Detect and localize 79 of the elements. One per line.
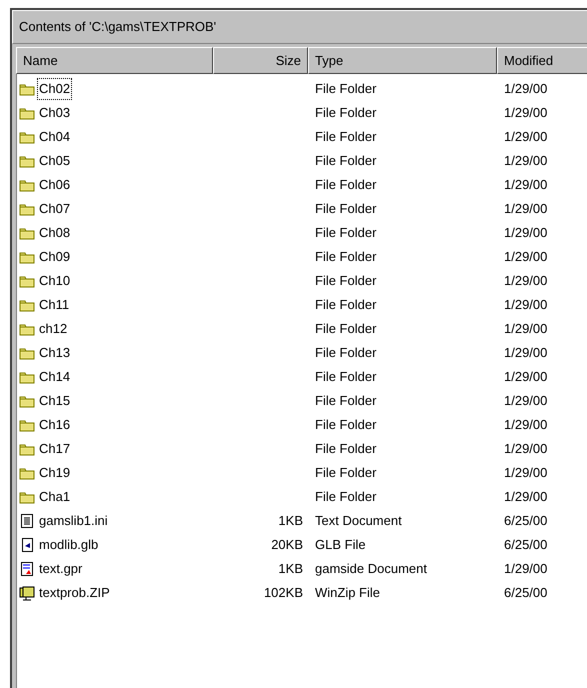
file-type: Text Document <box>315 513 402 528</box>
file-type: File Folder <box>315 81 376 96</box>
file-type: File Folder <box>315 417 376 432</box>
file-name[interactable]: Ch06 <box>38 175 72 195</box>
file-date: 1/29/00 <box>504 321 548 336</box>
file-type: File Folder <box>315 177 376 192</box>
file-name[interactable]: Ch05 <box>38 151 72 171</box>
file-name[interactable]: Ch04 <box>38 127 72 147</box>
column-header[interactable]: Size <box>213 46 308 74</box>
file-type: File Folder <box>315 153 376 168</box>
file-name[interactable]: Ch03 <box>38 103 72 123</box>
file-type: File Folder <box>315 369 376 384</box>
file-name[interactable]: ch12 <box>38 319 68 339</box>
file-date: 1/29/00 <box>504 129 548 144</box>
file-date: 1/29/00 <box>504 369 548 384</box>
file-date: 1/29/00 <box>504 105 548 120</box>
file-name[interactable]: gamslib1.ini <box>38 511 109 531</box>
document-icon <box>19 513 35 529</box>
file-date: 6/25/00 <box>504 513 548 528</box>
file-date: 1/29/00 <box>504 393 548 408</box>
file-name[interactable]: Ch08 <box>38 223 72 243</box>
file-date: 1/29/00 <box>504 81 548 96</box>
file-type: File Folder <box>315 105 376 120</box>
file-name[interactable]: Cha1 <box>38 487 72 507</box>
file-name[interactable]: Ch19 <box>38 463 72 483</box>
file-type: File Folder <box>315 201 376 216</box>
file-type: File Folder <box>315 273 376 288</box>
file-date: 1/29/00 <box>504 489 548 504</box>
file-type: File Folder <box>315 129 376 144</box>
file-date: 6/25/00 <box>504 537 548 552</box>
file-date: 1/29/00 <box>504 417 548 432</box>
file-date: 1/29/00 <box>504 345 548 360</box>
file-date: 1/29/00 <box>504 273 548 288</box>
archive-icon <box>19 585 35 601</box>
file-name[interactable]: Ch07 <box>38 199 72 219</box>
file-type: File Folder <box>315 297 376 312</box>
file-name[interactable]: Ch11 <box>38 295 70 315</box>
file-date: 1/29/00 <box>504 561 548 576</box>
file-type: File Folder <box>315 465 376 480</box>
file-type: GLB File <box>315 537 366 552</box>
file-type: File Folder <box>315 321 376 336</box>
file-name[interactable]: Ch02 <box>38 79 72 99</box>
file-name[interactable]: Ch14 <box>38 367 72 387</box>
document-icon <box>19 537 35 553</box>
file-type: File Folder <box>315 249 376 264</box>
file-date: 1/29/00 <box>504 225 548 240</box>
file-name[interactable]: Ch10 <box>38 271 72 291</box>
file-date: 1/29/00 <box>504 465 548 480</box>
file-date: 1/29/00 <box>504 297 548 312</box>
panel-title: Contents of 'C:\gams\TEXTPROB' <box>19 19 216 34</box>
file-size: 1KB <box>278 513 303 528</box>
file-name[interactable]: Ch13 <box>38 343 72 363</box>
file-size: 20KB <box>271 537 303 552</box>
file-name[interactable]: Ch15 <box>38 391 72 411</box>
file-type: gamside Document <box>315 561 427 576</box>
file-date: 1/29/00 <box>504 177 548 192</box>
file-name[interactable]: modlib.glb <box>38 535 100 555</box>
file-size: 1KB <box>278 561 303 576</box>
file-type: File Folder <box>315 225 376 240</box>
file-type: File Folder <box>315 345 376 360</box>
file-date: 1/29/00 <box>504 153 548 168</box>
file-name[interactable]: textprob.ZIP <box>38 583 111 603</box>
column-header[interactable]: Modified <box>497 46 587 74</box>
file-date: 1/29/00 <box>504 249 548 264</box>
file-type: File Folder <box>315 489 376 504</box>
file-date: 1/29/00 <box>504 201 548 216</box>
file-size: 102KB <box>264 585 303 600</box>
column-header[interactable]: Type <box>308 46 497 74</box>
file-name[interactable]: Ch09 <box>38 247 72 267</box>
file-name[interactable]: Ch16 <box>38 415 72 435</box>
file-date: 6/25/00 <box>504 585 548 600</box>
file-name[interactable]: text.gpr <box>38 559 84 579</box>
file-type: File Folder <box>315 441 376 456</box>
file-date: 1/29/00 <box>504 441 548 456</box>
file-name[interactable]: Ch17 <box>38 439 72 459</box>
file-type: File Folder <box>315 393 376 408</box>
column-header[interactable]: Name <box>16 46 213 74</box>
document-icon <box>19 561 35 577</box>
file-type: WinZip File <box>315 585 380 600</box>
